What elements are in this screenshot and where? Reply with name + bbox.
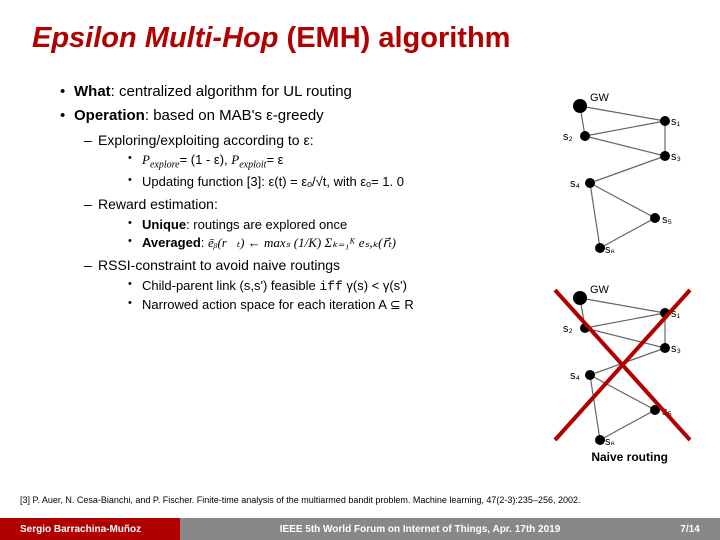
slide-body: What: centralized algorithm for UL routi… [36,82,536,315]
slide-title: Epsilon Multi-Hop (EMH) algorithm [0,0,720,63]
footer-page: 7/14 [660,518,720,540]
svg-text:s₆: s₆ [605,244,615,253]
sub-explore: Exploring/exploiting according to ε: [84,131,536,150]
citation: [3] P. Auer, N. Cesa-Bianchi, and P. Fis… [20,495,700,506]
svg-text:s₂: s₂ [563,323,573,335]
svg-text:s₆: s₆ [605,436,615,445]
sub-averaged: Averaged: ēᵦ(r⃗ₜ) ← maxₛ (1/K) Σₖ₌₁ᴷ eₛ,… [128,234,536,252]
footer: Sergio Barrachina-Muñoz IEEE 5th World F… [0,518,720,540]
svg-text:s₃: s₃ [671,343,681,355]
sub-child: Child-parent link (s,s') feasible iff γ(… [128,277,536,296]
topology-diagram-naive: GWs₁s₂ s₃s₄s₅s₆ [545,280,700,445]
sub-narrowed: Narrowed action space for each iteration… [128,296,536,314]
bullet-operation: Operation: based on MAB's ε-greedy [60,106,536,126]
sub-update: Updating function [3]: ε(t) = εₒ/√t, wit… [128,173,536,191]
sub-probs: Pexplore= (1 - ε), Pexploit= ε [128,151,536,172]
svg-text:s₁: s₁ [671,116,681,128]
svg-text:s₄: s₄ [570,178,581,190]
sub-reward: Reward estimation: [84,195,536,214]
footer-venue: IEEE 5th World Forum on Internet of Thin… [180,518,660,540]
bullet-what: What: centralized algorithm for UL routi… [60,82,536,102]
svg-text:GW: GW [590,284,610,296]
naive-caption: Naive routing [591,450,668,464]
svg-text:s₂: s₂ [563,131,573,143]
svg-text:GW: GW [590,92,610,104]
footer-author: Sergio Barrachina-Muñoz [0,518,180,540]
svg-text:s₃: s₃ [671,151,681,163]
svg-text:s₅: s₅ [662,214,672,226]
sub-unique: Unique: routings are explored once [128,216,536,234]
topology-diagram-good: GW s₁ s₂ s₃ s₄ s₅ s₆ [545,88,700,253]
svg-text:s₄: s₄ [570,370,581,382]
sub-rssi: RSSI-constraint to avoid naive routings [84,256,536,275]
